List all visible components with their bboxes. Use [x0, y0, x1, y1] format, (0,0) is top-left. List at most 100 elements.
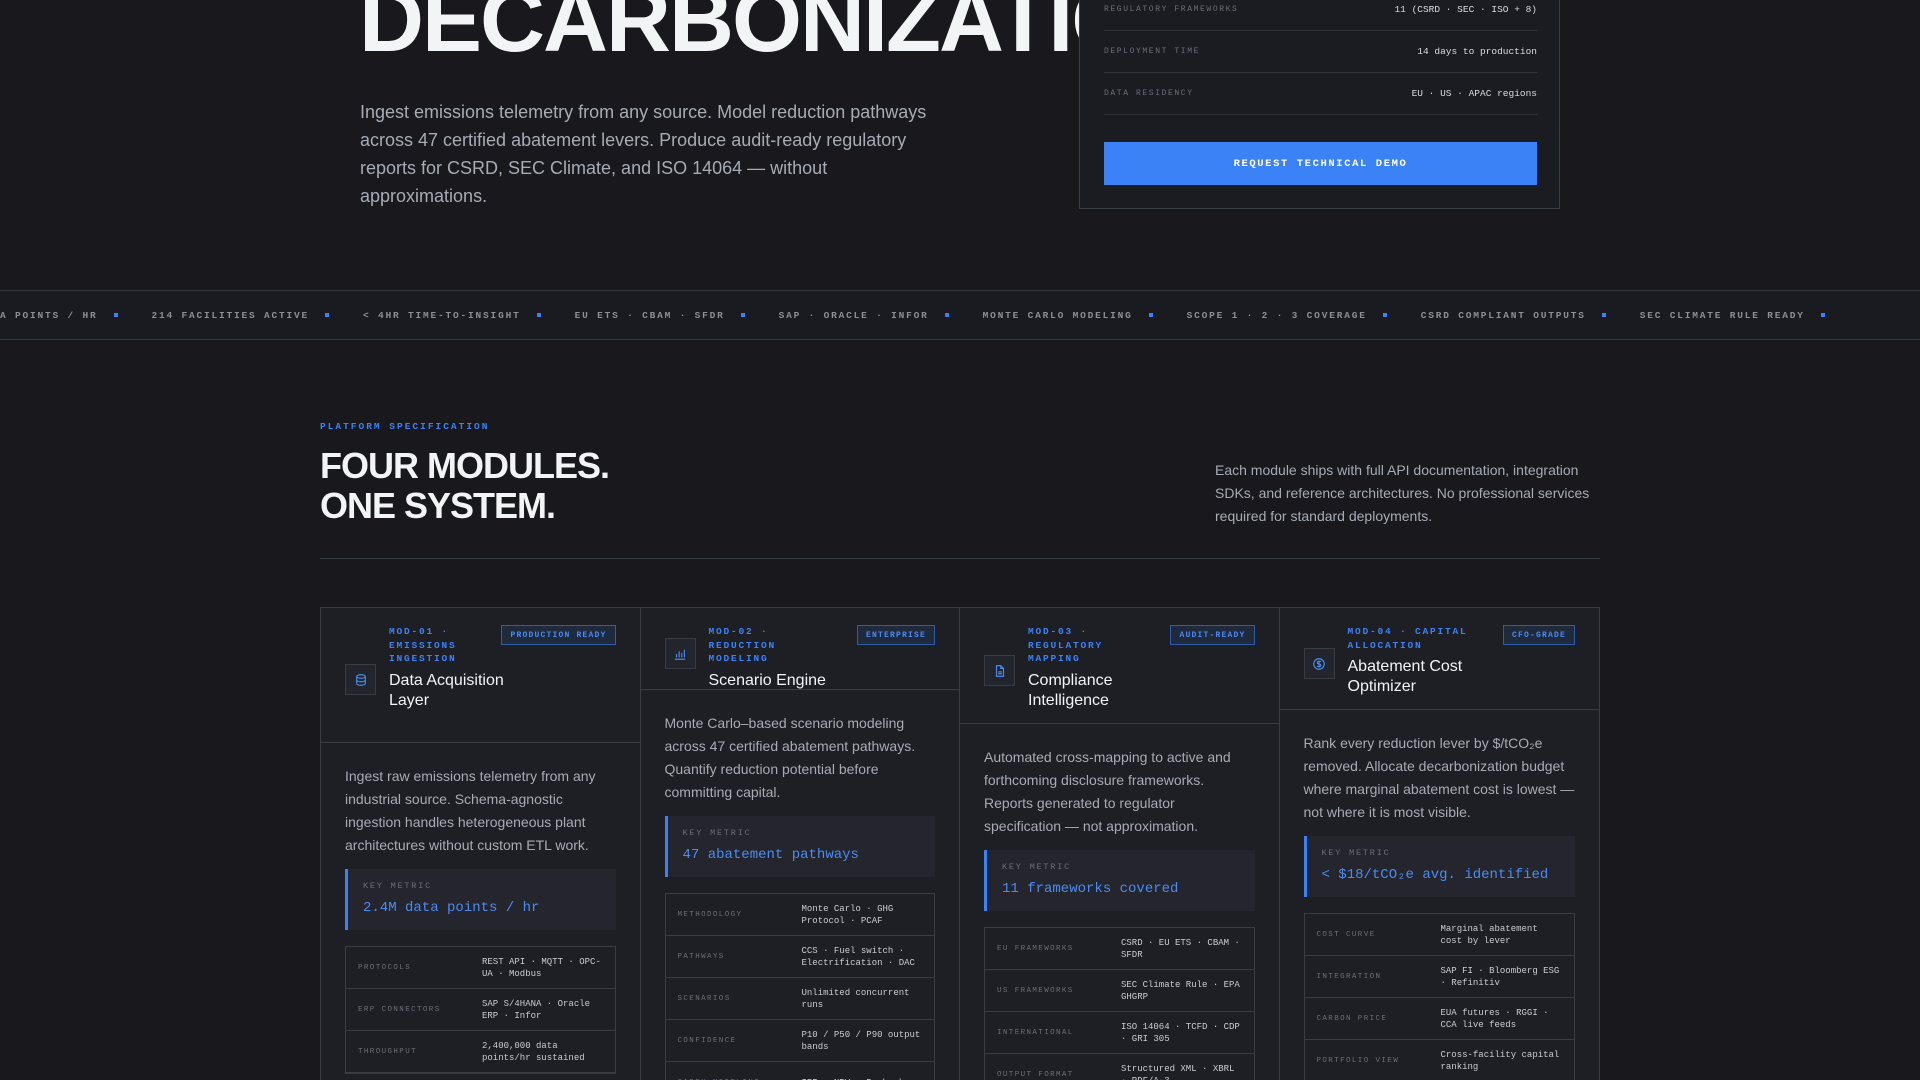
spec-key: OUTPUT FORMAT: [997, 1070, 1074, 1079]
spec-key: DATA RESIDENCY: [1104, 89, 1194, 98]
module-spec-table: COST CURVE Marginal abatement cost by lev…: [1303, 913, 1575, 1080]
spec-value: REST API · MQTT · OPC-UA · Modbus: [482, 956, 601, 979]
module-body: Monte Carlo–based scenario modeling acro…: [641, 690, 960, 1080]
capabilities-ticker: A POINTS / HR 214 FACILITIES ACTIVE < 4HR …: [0, 290, 1920, 340]
spec-key: METHODOLOGY: [677, 910, 743, 919]
spec-table-row: COST CURVE Marginal abatement cost by lev…: [1304, 914, 1574, 956]
module-name: Scenario Engine: [708, 671, 826, 689]
module-status-badge: AUDIT-READY: [1170, 625, 1255, 645]
modules-grid: MOD-01 · EMISSIONS INGESTION Data Acquisi…: [320, 607, 1600, 1080]
module-body: Rank every reduction lever by $/tCO₂e re…: [1280, 710, 1600, 1080]
module-spec-table: EU FRAMEWORKS CSRD · EU ETS · CBAM · SFDR…: [984, 927, 1255, 1080]
spec-value: Cross-facility capital ranking: [1440, 1049, 1560, 1072]
spec-value: SEC Climate Rule · EPA GHGRP: [1121, 979, 1240, 1002]
ticker-item: SEC CLIMATE RULE READY: [1640, 310, 1859, 321]
ticker-dot-icon: [113, 313, 118, 317]
spec-value: EU · US · APAC regions: [1411, 88, 1537, 99]
spec-value: IRR · NPV · Payback: [802, 1077, 905, 1080]
ticker-dot-icon: [1601, 313, 1606, 317]
ticker-dot-icon: [1382, 313, 1387, 317]
key-metric-value: 2.4M data points / hr: [363, 900, 540, 916]
ticker-label: SEC CLIMATE RULE READY: [1639, 309, 1805, 321]
spec-key: PROTOCOLS: [358, 963, 412, 972]
document-icon: [984, 655, 1015, 686]
ticker-item: EU ETS · CBAM · SFDR: [575, 310, 779, 321]
bar-chart-icon: [664, 638, 696, 669]
spec-table-row: EU FRAMEWORKS CSRD · EU ETS · CBAM · SFDR: [985, 928, 1254, 970]
spec-key: REGULATORY FRAMEWORKS: [1104, 5, 1239, 14]
spec-key: DEPLOYMENT TIME: [1104, 47, 1201, 56]
ticker-label: SCOPE 1 · 2 · 3 COVERAGE: [1186, 309, 1367, 321]
section-eyebrow: PLATFORM SPECIFICATION: [320, 421, 490, 432]
spec-value: 11 (CSRD · SEC · ISO + 8): [1394, 4, 1537, 15]
spec-value: P10 / P50 / P90 output bands: [801, 1029, 921, 1052]
section-description: Each module ships with full API document…: [1215, 462, 1590, 524]
spec-value: ISO 14064 · TCFD · CDP · GRI 305: [1121, 1021, 1240, 1044]
ticker-label: MONTE CARLO MODELING: [982, 309, 1133, 321]
spec-table-row: PORTFOLIO VIEW Cross-facility capital ran…: [1305, 1040, 1575, 1080]
spec-row-residency: DATA RESIDENCY EU · US · APAC regions: [1104, 73, 1537, 115]
spec-key: CONFIDENCE: [677, 1036, 737, 1045]
spec-value: CSRD · EU ETS · CBAM · SFDR: [1121, 937, 1240, 960]
module-code: MOD-04 · CAPITAL ALLOCATION: [1347, 626, 1468, 651]
platform-spec-card: REGULATORY FRAMEWORKS 11 (CSRD · SEC · I…: [1079, 0, 1560, 209]
ticker-dot-icon: [325, 313, 330, 317]
spec-row-regulatory: REGULATORY FRAMEWORKS 11 (CSRD · SEC · I…: [1104, 0, 1537, 31]
module-spec-table: METHODOLOGY Monte Carlo · GHG Protocol · …: [664, 893, 935, 1080]
spec-key: INTERNATIONAL: [997, 1028, 1074, 1037]
ticker-item: SAP · ORACLE · INFOR: [779, 310, 983, 321]
section-title: FOUR MODULES. ONE SYSTEM.: [320, 446, 820, 526]
module-header: MOD-02 · REDUCTION MODELING Scenario Engi…: [640, 608, 959, 690]
key-metric-value: < $18/tCO₂e avg. identified: [1321, 867, 1549, 883]
key-metric-value: 11 frameworks covered: [1002, 881, 1179, 897]
spec-value: Monte Carlo · GHG Protocol · PCAF: [801, 903, 894, 926]
module-name: Data Acquisition Layer: [389, 671, 504, 709]
ticker-item: CSRD COMPLIANT OUTPUTS: [1421, 310, 1640, 321]
spec-value: EUA futures · RGGI · CCA live feeds: [1440, 1007, 1549, 1030]
spec-value: SAP FI · Bloomberg ESG · Refinitiv: [1440, 965, 1560, 988]
module-card: MOD-04 · CAPITAL ALLOCATION Abatement Cos…: [1279, 608, 1600, 1080]
ticker-label: A POINTS / HR: [0, 309, 98, 321]
ticker-item: MONTE CARLO MODELING: [983, 310, 1187, 321]
ticker-item: 214 FACILITIES ACTIVE: [152, 310, 364, 321]
divider: [320, 558, 1600, 559]
module-description: Monte Carlo–based scenario modeling acro…: [664, 715, 916, 800]
module-code: MOD-03 · REGULATORY MAPPING: [1028, 626, 1104, 664]
spec-key: PORTFOLIO VIEW: [1316, 1056, 1400, 1065]
ticker-item: < 4HR TIME-TO-INSIGHT: [363, 310, 575, 321]
spec-key: PATHWAYS: [677, 952, 725, 961]
key-metric: KEY METRIC < $18/tCO₂e avg. identified: [1303, 836, 1575, 897]
spec-table-row: SCENARIOS Unlimited concurrent runs: [665, 978, 934, 1020]
ticker-dot-icon: [944, 313, 949, 317]
module-status-badge: CFO-GRADE: [1502, 625, 1575, 645]
module-card: MOD-01 · EMISSIONS INGESTION Data Acquisi…: [321, 608, 641, 1080]
spec-key: EU FRAMEWORKS: [997, 944, 1074, 953]
module-code: MOD-01 · EMISSIONS INGESTION: [389, 626, 457, 664]
ticker-label: CSRD COMPLIANT OUTPUTS: [1420, 309, 1586, 321]
ticker-label: EU ETS · CBAM · SFDR: [574, 309, 725, 321]
module-name: Compliance Intelligence: [1028, 671, 1113, 709]
request-demo-button[interactable]: REQUEST TECHNICAL DEMO: [1104, 142, 1537, 185]
ticker-label: < 4HR TIME-TO-INSIGHT: [363, 309, 521, 321]
module-code: MOD-02 · REDUCTION MODELING: [708, 626, 777, 664]
spec-table-row: US FRAMEWORKS SEC Climate Rule · EPA GHGR…: [985, 970, 1254, 1012]
module-description: Automated cross-mapping to active and fo…: [984, 749, 1231, 834]
spec-key: ERP CONNECTORS: [358, 1005, 441, 1014]
spec-table-row: METHODOLOGY Monte Carlo · GHG Protocol · …: [665, 894, 934, 936]
spec-value: Structured XML · XBRL · PDF/A-3: [1121, 1063, 1235, 1080]
ticker-dot-icon: [740, 313, 745, 317]
spec-table-row: INTERNATIONAL ISO 14064 · TCFD · CDP · GR…: [985, 1012, 1254, 1054]
module-body: Ingest raw emissions telemetry from any …: [321, 743, 640, 1074]
spec-value: 14 days to production: [1417, 46, 1537, 57]
module-status-badge: ENTERPRISE: [856, 625, 935, 645]
key-metric: KEY METRIC 2.4M data points / hr: [345, 869, 616, 930]
spec-value: Marginal abatement cost by lever: [1440, 923, 1538, 946]
spec-key: INTEGRATION: [1316, 972, 1382, 981]
hero-description: Ingest emissions telemetry from any sour…: [360, 102, 927, 206]
spec-value: SAP S/4HANA · Oracle ERP · Infor: [482, 998, 591, 1021]
dollar-icon: [1303, 648, 1335, 679]
key-metric: KEY METRIC 47 abatement pathways: [664, 816, 935, 877]
module-name: Abatement Cost Optimizer: [1347, 658, 1463, 695]
ticker-dot-icon: [1820, 313, 1825, 317]
hero-title: DECARBONIZATION: [359, 0, 1079, 71]
